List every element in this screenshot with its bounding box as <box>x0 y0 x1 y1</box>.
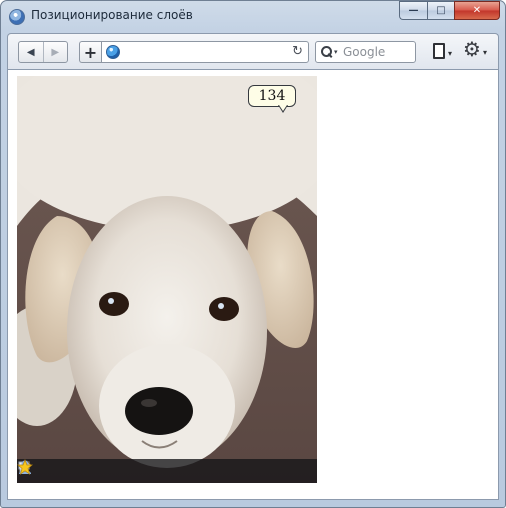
user-icon[interactable] <box>19 460 63 480</box>
page-menu-chevron-icon: ▾ <box>448 49 453 58</box>
search-engine-chevron-icon[interactable]: ▾ <box>334 48 338 56</box>
maximize-button[interactable]: □ <box>427 1 454 20</box>
puppy-photo <box>17 76 317 483</box>
back-forward-group: ◀ ▶ <box>18 41 68 63</box>
photo-action-bar <box>17 459 317 483</box>
star-icon[interactable] <box>17 459 88 480</box>
globe-icon <box>106 45 120 59</box>
title-bar[interactable]: Позиционирование слоёв — □ ✕ <box>1 1 505 31</box>
page-icon <box>433 43 445 59</box>
forward-button[interactable]: ▶ <box>42 42 68 62</box>
puppy-illustration <box>17 76 317 483</box>
search-icon[interactable] <box>320 45 334 59</box>
address-bar[interactable]: ↻ <box>101 41 309 63</box>
minimize-button[interactable]: — <box>399 1 427 20</box>
gear-icon: ⚙ <box>463 37 481 61</box>
search-input[interactable] <box>343 44 413 60</box>
badge-tail-fill <box>279 105 287 111</box>
back-button[interactable]: ◀ <box>19 42 43 62</box>
navigation-toolbar: ◀ ▶ + ↻ ▾ ▾ ⚙ ▾ <box>7 33 499 69</box>
address-input[interactable] <box>124 44 282 60</box>
page-content: 134 <box>7 69 499 500</box>
window-controls: — □ ✕ <box>399 1 500 21</box>
reload-icon[interactable]: ↻ <box>292 44 303 59</box>
add-page-button[interactable]: + <box>79 41 101 63</box>
browser-logo-icon <box>9 9 25 25</box>
tools-menu-chevron-icon: ▾ <box>483 48 488 57</box>
window-title: Позиционирование слоёв <box>31 8 193 22</box>
browser-window: Позиционирование слоёв — □ ✕ ◀ ▶ + ↻ ▾ ▾… <box>0 0 506 508</box>
close-button[interactable]: ✕ <box>454 1 500 20</box>
like-count-badge: 134 <box>248 85 296 107</box>
search-box[interactable]: ▾ <box>315 41 416 63</box>
tools-menu-button[interactable]: ⚙ ▾ <box>463 37 493 62</box>
page-menu-button[interactable]: ▾ <box>431 43 457 61</box>
